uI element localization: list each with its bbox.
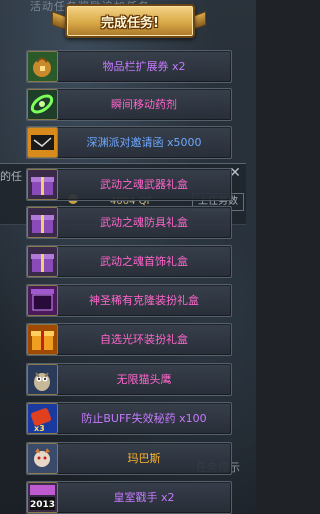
reward-row[interactable]: 无限猫头鹰 bbox=[26, 363, 232, 396]
icon-year-text: 2013 bbox=[30, 500, 55, 510]
reward-label: 神圣稀有克隆装扮礼盒 bbox=[89, 294, 199, 307]
owl-icon bbox=[27, 364, 58, 395]
reward-row[interactable]: 玛巴斯 bbox=[26, 442, 232, 475]
reward-label: 物品栏扩展券 x2 bbox=[102, 60, 186, 73]
reward-row[interactable]: 武动之魂首饰礼盒 bbox=[26, 245, 232, 278]
reward-label: 自选光环装扮礼盒 bbox=[100, 333, 188, 346]
reward-row[interactable]: 自选光环装扮礼盒 bbox=[26, 323, 232, 356]
buff-potion-icon: x3 bbox=[27, 403, 58, 434]
reward-label: 防止BUFF失效秘药 x100 bbox=[81, 412, 207, 425]
reward-row[interactable]: 神圣稀有克隆装扮礼盒 bbox=[26, 284, 232, 317]
aura-gift-box-icon bbox=[27, 324, 58, 355]
reward-label: 深渊派对邀请函 x5000 bbox=[86, 136, 202, 149]
teleport-potion-icon bbox=[27, 89, 58, 120]
purple-gift-box-icon bbox=[27, 169, 58, 200]
reward-row[interactable]: 2013 皇室戳手 x2 bbox=[26, 481, 232, 514]
reward-row[interactable]: 深渊派对邀请函 x5000 bbox=[26, 126, 232, 159]
quest-complete-banner: 完成任务! bbox=[65, 4, 195, 38]
marbas-pet-icon bbox=[27, 443, 58, 474]
reward-row[interactable]: 武动之魂武器礼盒 bbox=[26, 168, 232, 201]
reward-label: 武动之魂防具礼盒 bbox=[100, 216, 188, 229]
reward-label: 皇室戳手 x2 bbox=[113, 491, 175, 504]
purple-gift-box-icon bbox=[27, 246, 58, 277]
banner-title: 完成任务! bbox=[101, 16, 159, 31]
reward-row[interactable]: 武动之魂防具礼盒 bbox=[26, 206, 232, 239]
reward-label: 瞬间移动药剂 bbox=[111, 98, 177, 111]
reward-row[interactable]: x3 防止BUFF失效秘药 x100 bbox=[26, 402, 232, 435]
reward-label: 武动之魂首饰礼盒 bbox=[100, 255, 188, 268]
royal-2013-icon: 2013 bbox=[27, 482, 58, 513]
purple-gift-box-icon bbox=[27, 207, 58, 238]
reward-row[interactable]: 瞬间移动药剂 bbox=[26, 88, 232, 121]
background-panel-label: 的任 bbox=[0, 170, 22, 183]
abyss-invitation-icon bbox=[27, 127, 58, 158]
clone-avatar-box-icon bbox=[27, 285, 58, 316]
svg-text:x3: x3 bbox=[34, 424, 45, 433]
bag-expand-icon bbox=[27, 51, 58, 82]
reward-row[interactable]: 物品栏扩展券 x2 bbox=[26, 50, 232, 83]
reward-label: 无限猫头鹰 bbox=[116, 373, 172, 386]
reward-label: 武动之魂武器礼盒 bbox=[100, 178, 188, 191]
reward-label: 玛巴斯 bbox=[127, 452, 161, 465]
